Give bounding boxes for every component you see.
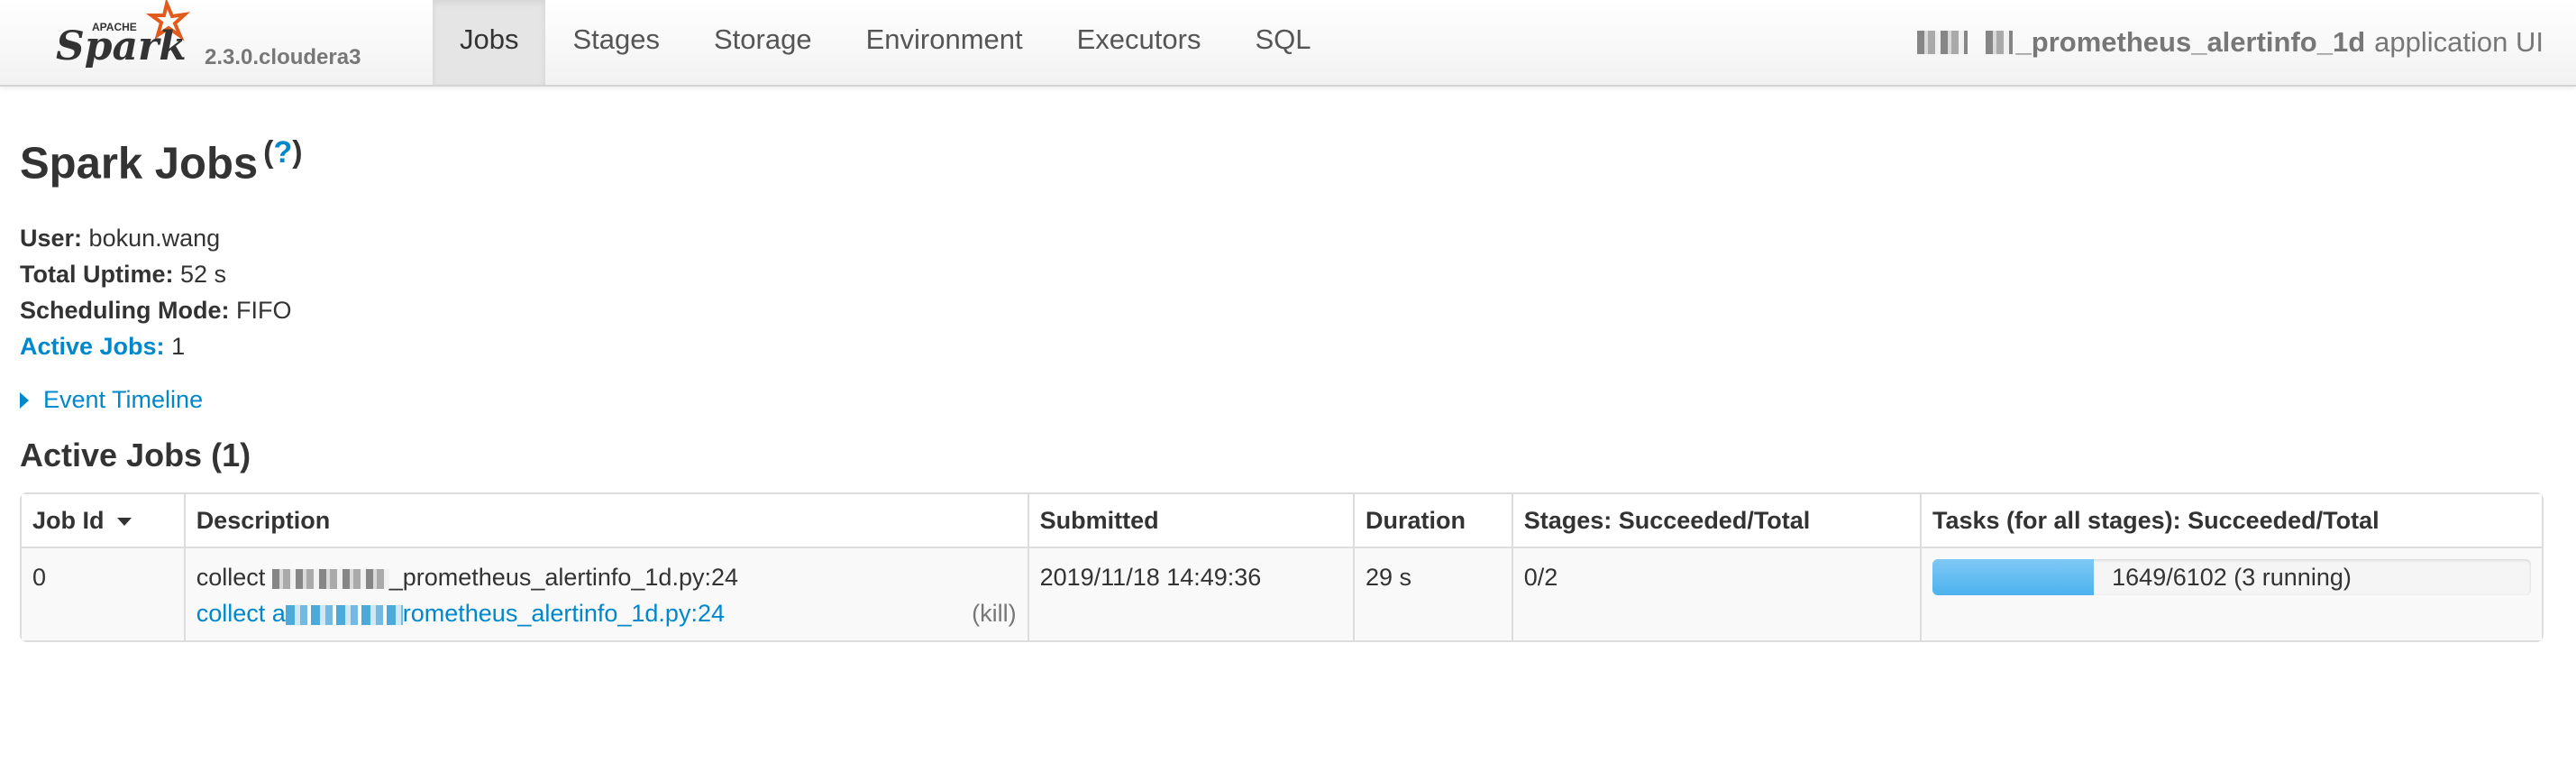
redacted-text	[271, 568, 389, 589]
tab-jobs[interactable]: Jobs	[433, 0, 546, 85]
kill-job-link[interactable]: (kill)	[972, 595, 1016, 631]
sort-down-icon	[116, 517, 132, 526]
active-jobs-link[interactable]: Active Jobs:	[20, 333, 165, 360]
tasks-progress-text: 1649/6102 (3 running)	[2112, 564, 2352, 591]
redacted-text	[1985, 31, 2013, 54]
svg-text:Spark: Spark	[56, 23, 187, 69]
table-row: 0 collect _prometheus_alertinfo_1d.py:24…	[22, 548, 2542, 640]
submitted-cell: 2019/11/18 14:49:36	[1027, 548, 1353, 640]
active-jobs-table: Job Id Description Submitted Duration St…	[20, 492, 2544, 642]
stages-cell: 0/2	[1511, 548, 1920, 640]
uptime-value: 52 s	[180, 261, 227, 288]
tab-sql[interactable]: SQL	[1228, 0, 1338, 85]
tasks-cell: 1649/6102 (3 running)	[1920, 548, 2542, 640]
top-navbar: APACHE Spark 2.3.0.cloudera3 Jobs Stages…	[0, 0, 2576, 87]
spark-version: 2.3.0.cloudera3	[205, 45, 361, 69]
tab-executors[interactable]: Executors	[1050, 0, 1229, 85]
user-value: bokun.wang	[88, 225, 221, 252]
event-timeline-toggle[interactable]: Event Timeline	[20, 386, 203, 414]
page-title-text: Spark Jobs	[20, 139, 259, 188]
tab-stages[interactable]: Stages	[545, 0, 687, 85]
description-cell: collect _prometheus_alertinfo_1d.py:24 c…	[183, 548, 1028, 640]
event-timeline-label: Event Timeline	[43, 386, 204, 413]
redacted-text	[1916, 31, 1968, 54]
table-header-row: Job Id Description Submitted Duration St…	[22, 494, 2542, 548]
redacted-text	[285, 604, 403, 625]
spark-logo[interactable]: APACHE Spark	[54, 0, 207, 81]
job-id-cell: 0	[22, 548, 184, 640]
app-name: _prometheus_alertinfo_1d	[2015, 26, 2366, 58]
tab-environment[interactable]: Environment	[839, 0, 1050, 85]
help-tooltip[interactable]: (?)	[263, 135, 302, 170]
job-summary: User: bokun.wang Total Uptime: 52 s Sche…	[20, 220, 292, 364]
active-jobs-count: 1	[171, 333, 186, 360]
col-description[interactable]: Description	[183, 494, 1028, 548]
main-nav: Jobs Stages Storage Environment Executor…	[433, 0, 1338, 85]
description-suffix: _prometheus_alertinfo_1d.py:24	[388, 564, 739, 591]
tasks-progress-bar: 1649/6102 (3 running)	[1932, 559, 2531, 595]
tab-storage[interactable]: Storage	[687, 0, 839, 85]
application-title: _prometheus_alertinfo_1d application UI	[1916, 0, 2544, 85]
job-description-link[interactable]: collect a rometheus_alertinfo_1d.py:24	[196, 600, 725, 627]
col-job-id[interactable]: Job Id	[22, 494, 184, 548]
uptime-label: Total Uptime:	[20, 261, 174, 288]
app-suffix: application UI	[2374, 26, 2544, 58]
page-title: Spark Jobs (?)	[20, 135, 303, 188]
active-jobs-heading[interactable]: Active Jobs (1)	[20, 437, 251, 474]
col-duration[interactable]: Duration	[1352, 494, 1512, 548]
scheduling-mode-label: Scheduling Mode:	[20, 297, 230, 324]
help-link[interactable]: ?	[274, 135, 293, 170]
col-tasks[interactable]: Tasks (for all stages): Succeeded/Total	[1920, 494, 2542, 548]
scheduling-mode-value: FIFO	[236, 297, 292, 324]
user-label: User:	[20, 225, 83, 252]
description-text: collect	[196, 564, 266, 591]
col-stages[interactable]: Stages: Succeeded/Total	[1511, 494, 1920, 548]
duration-cell: 29 s	[1352, 548, 1512, 640]
col-submitted[interactable]: Submitted	[1027, 494, 1353, 548]
caret-right-icon	[20, 391, 29, 409]
